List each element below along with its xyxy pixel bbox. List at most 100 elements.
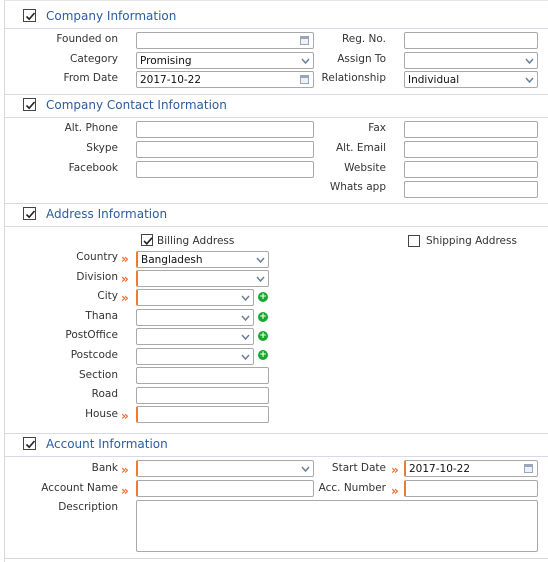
postcode-select[interactable] <box>136 348 254 365</box>
address-section-toggle-checkbox[interactable] <box>23 207 36 220</box>
form-top-border <box>4 0 548 1</box>
country-label: Country <box>76 251 118 263</box>
category-select[interactable]: Promising <box>136 52 314 69</box>
from-date-input[interactable]: 2017-10-22 <box>136 71 314 88</box>
facebook-input[interactable] <box>136 161 314 178</box>
chevron-down-icon <box>241 295 250 302</box>
assign-to-label: Assign To <box>337 53 386 65</box>
account-section-toggle-checkbox[interactable] <box>23 437 36 450</box>
category-label: Category <box>70 53 118 65</box>
house-input[interactable] <box>136 406 269 423</box>
section-divider <box>5 433 548 434</box>
section-title-account: Account Information <box>46 437 168 451</box>
calendar-icon[interactable] <box>524 464 533 473</box>
founded-on-date-input[interactable] <box>136 32 314 49</box>
billing-address-label: Billing Address <box>157 235 235 247</box>
alt-phone-label: Alt. Phone <box>64 122 118 134</box>
fax-label: Fax <box>368 122 386 134</box>
chevron-down-icon <box>525 77 534 84</box>
description-label: Description <box>58 501 118 513</box>
add-city-plus-circle-icon[interactable]: + <box>258 292 268 302</box>
section-divider <box>5 203 548 204</box>
road-label: Road <box>91 388 118 400</box>
check-icon <box>25 12 36 21</box>
check-icon <box>25 440 36 449</box>
company-section-toggle-checkbox[interactable] <box>23 9 36 22</box>
division-select[interactable] <box>136 270 269 287</box>
section-input[interactable] <box>136 367 269 384</box>
calendar-icon[interactable] <box>300 36 309 45</box>
account-name-label: Account Name <box>41 482 118 494</box>
division-label: Division <box>76 271 118 283</box>
add-postcode-plus-circle-icon[interactable]: + <box>258 350 268 360</box>
postcode-label: Postcode <box>70 349 118 361</box>
double-chevron-right-icon: » <box>121 409 129 423</box>
bank-select[interactable] <box>136 460 314 477</box>
country-select[interactable]: Bangladesh <box>136 251 269 268</box>
check-icon <box>25 101 36 110</box>
check-icon <box>25 210 36 219</box>
chevron-down-icon <box>256 257 265 264</box>
section-divider <box>5 226 548 227</box>
shipping-address-label: Shipping Address <box>426 235 517 247</box>
start-date-input[interactable]: 2017-10-22 <box>404 460 538 477</box>
alt-email-input[interactable] <box>404 141 538 158</box>
section-title-company: Company Information <box>46 9 177 23</box>
shipping-address-checkbox[interactable] <box>408 235 420 247</box>
double-chevron-right-icon: » <box>121 463 129 477</box>
add-postoffice-plus-circle-icon[interactable]: + <box>258 331 268 341</box>
postoffice-label: PostOffice <box>65 329 118 341</box>
double-chevron-right-icon: » <box>121 484 129 498</box>
chevron-down-icon <box>241 315 250 322</box>
chevron-down-icon <box>241 354 250 361</box>
section-divider <box>5 94 548 95</box>
check-icon <box>143 237 153 245</box>
city-select[interactable] <box>136 289 254 306</box>
thana-label: Thana <box>85 310 118 322</box>
website-input[interactable] <box>404 161 538 178</box>
double-chevron-right-icon: » <box>121 272 129 286</box>
from-date-label: From Date <box>63 72 118 84</box>
double-chevron-right-icon: » <box>121 252 129 266</box>
chevron-down-icon <box>525 58 534 65</box>
whatsapp-label: Whats app <box>329 181 386 193</box>
website-label: Website <box>344 162 386 174</box>
skype-label: Skype <box>86 142 118 154</box>
whatsapp-input[interactable] <box>404 181 538 198</box>
skype-input[interactable] <box>136 141 314 158</box>
form-bottom-border <box>4 558 548 559</box>
contact-section-toggle-checkbox[interactable] <box>23 98 36 111</box>
postoffice-select[interactable] <box>136 328 254 345</box>
double-chevron-right-icon: » <box>121 291 129 305</box>
bank-label: Bank <box>91 462 118 474</box>
reg-no-label: Reg. No. <box>341 33 386 45</box>
section-divider <box>5 456 548 457</box>
acc-number-label: Acc. Number <box>318 482 386 494</box>
alt-email-label: Alt. Email <box>335 142 386 154</box>
section-label: Section <box>78 369 118 381</box>
add-thana-plus-circle-icon[interactable]: + <box>258 312 268 322</box>
billing-address-checkbox[interactable] <box>141 234 153 246</box>
facebook-label: Facebook <box>68 162 118 174</box>
city-label: City <box>97 290 118 302</box>
thana-select[interactable] <box>136 309 254 326</box>
description-textarea[interactable] <box>136 500 538 552</box>
chevron-down-icon <box>241 334 250 341</box>
relationship-select[interactable]: Individual <box>404 71 538 88</box>
section-divider <box>5 28 548 29</box>
fax-input[interactable] <box>404 121 538 138</box>
calendar-icon[interactable] <box>300 75 309 84</box>
chevron-down-icon <box>301 58 310 65</box>
assign-to-select[interactable] <box>404 52 538 69</box>
acc-number-input[interactable] <box>404 480 538 497</box>
house-label: House <box>85 408 118 420</box>
form-left-border <box>4 0 5 562</box>
founded-on-label: Founded on <box>56 33 118 45</box>
road-input[interactable] <box>136 387 269 404</box>
reg-no-input[interactable] <box>404 32 538 49</box>
alt-phone-input[interactable] <box>136 121 314 138</box>
section-divider <box>5 117 548 118</box>
section-title-contact: Company Contact Information <box>46 98 227 112</box>
chevron-down-icon <box>301 466 310 473</box>
account-name-input[interactable] <box>136 480 314 497</box>
